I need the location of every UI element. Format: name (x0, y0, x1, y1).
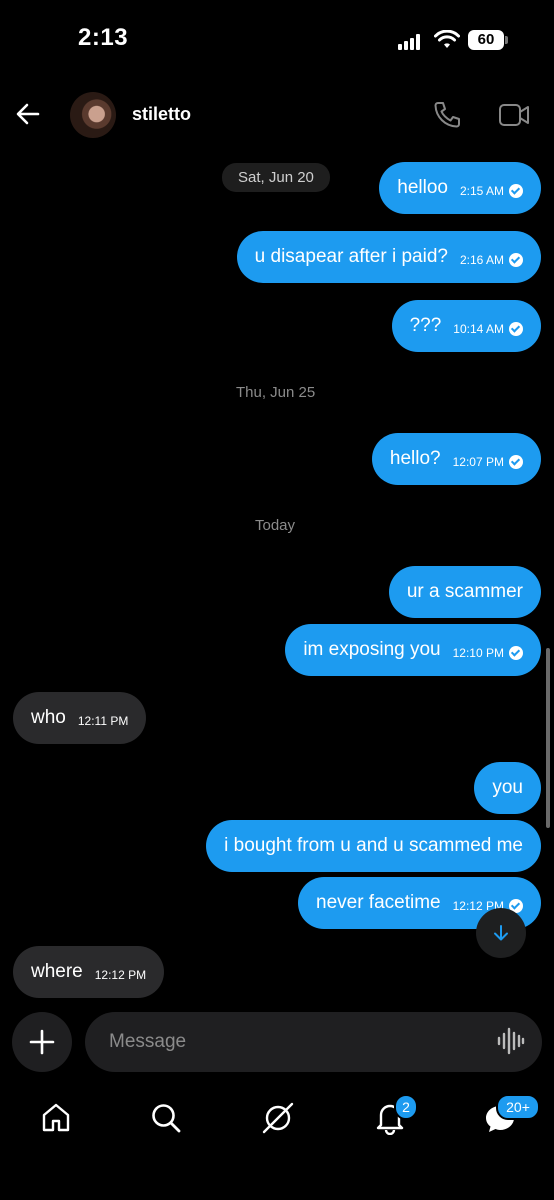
message-input-container[interactable] (85, 1012, 542, 1072)
message-time: 12:07 PM (452, 455, 504, 469)
date-separator: Sat, Jun 20 (222, 163, 330, 192)
outgoing-message[interactable]: u disapear after i paid? 2:16 AM (236, 231, 541, 283)
message-time: 2:15 AM (459, 184, 504, 198)
outgoing-message[interactable]: ur a scammer (388, 566, 541, 618)
message-input[interactable] (107, 1030, 482, 1054)
back-arrow-icon[interactable] (14, 100, 42, 128)
video-call-icon[interactable] (498, 101, 530, 129)
wifi-icon (434, 30, 460, 48)
read-check-icon (509, 455, 523, 469)
outgoing-message[interactable]: helloo 2:15 AM (379, 162, 541, 214)
message-text: you (492, 777, 523, 798)
message-text: ur a scammer (406, 581, 523, 602)
message-meta: 2:16 AM (460, 253, 523, 267)
tab-home[interactable] (36, 1098, 76, 1138)
message-text: helloo (397, 177, 448, 198)
message-text: hello? (389, 448, 441, 469)
scrollbar[interactable] (546, 648, 550, 828)
outgoing-message[interactable]: you (474, 762, 541, 814)
message-meta: 2:15 AM (460, 184, 523, 198)
grok-slash-icon (262, 1102, 294, 1134)
attach-button[interactable] (12, 1012, 72, 1072)
outgoing-message[interactable]: ??? 10:14 AM (391, 300, 541, 352)
arrow-down-icon (494, 925, 508, 941)
incoming-message[interactable]: where 12:12 PM (13, 946, 165, 998)
message-time: 12:12 PM (94, 968, 147, 982)
message-text: u disapear after i paid? (254, 246, 448, 267)
message-time: 10:14 AM (453, 322, 504, 336)
tab-grok[interactable] (258, 1098, 298, 1138)
phone-icon[interactable] (432, 100, 462, 130)
message-time: 2:16 AM (459, 253, 504, 267)
plus-icon (29, 1029, 55, 1055)
messages-badge: 20+ (496, 1094, 540, 1120)
search-icon (152, 1104, 181, 1133)
status-time: 2:13 (78, 24, 129, 51)
message-time: 12:10 PM (452, 646, 504, 660)
message-meta: 10:14 AM (453, 322, 523, 336)
message-text: i bought from u and u scammed me (224, 835, 523, 856)
tab-search[interactable] (146, 1098, 186, 1138)
scroll-to-bottom-button[interactable] (476, 908, 526, 958)
read-check-icon (509, 646, 523, 660)
date-separator: Today (255, 517, 296, 534)
outgoing-message[interactable]: im exposing you 12:10 PM (285, 624, 541, 676)
incoming-message[interactable]: who 12:11 PM (13, 692, 147, 744)
message-text: im exposing you (303, 639, 441, 660)
message-time: 12:11 PM (77, 714, 129, 728)
cellular-signal-icon (398, 34, 424, 50)
outgoing-message[interactable]: i bought from u and u scammed me (206, 820, 541, 872)
voice-message-icon[interactable] (497, 1026, 525, 1056)
read-check-icon (509, 322, 523, 336)
message-meta: 12:10 PM (453, 646, 523, 660)
home-icon (42, 1103, 70, 1132)
read-check-icon (509, 253, 523, 267)
message-text: never facetime (316, 892, 441, 913)
battery-nub (505, 36, 508, 44)
message-text: where (31, 961, 83, 982)
contact-name[interactable]: stiletto (132, 104, 191, 125)
message-text: ??? (409, 315, 442, 336)
avatar[interactable] (70, 92, 116, 138)
date-separator: Thu, Jun 25 (236, 384, 316, 401)
outgoing-message[interactable]: hello? 12:07 PM (371, 433, 541, 485)
read-check-icon (509, 184, 523, 198)
message-text: who (31, 707, 66, 728)
message-meta: 12:07 PM (453, 455, 523, 469)
battery-indicator: 60 (468, 30, 504, 50)
notifications-badge: 2 (394, 1094, 418, 1120)
